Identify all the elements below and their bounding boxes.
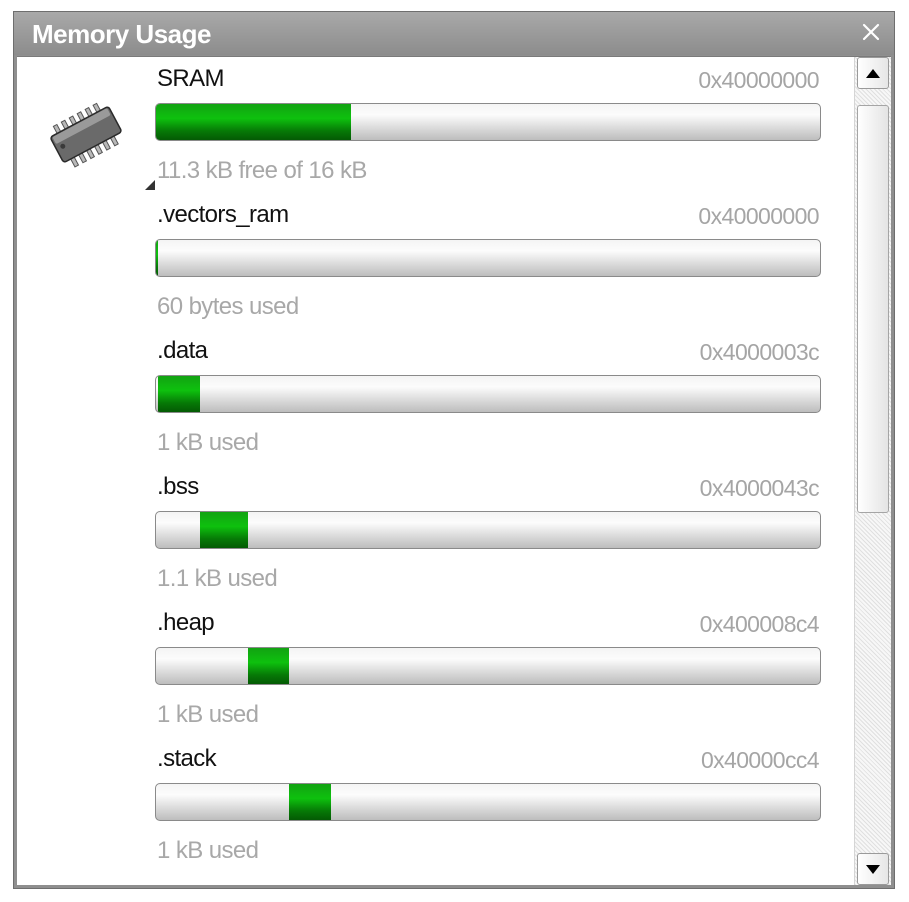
section-usage-fill bbox=[247, 648, 289, 684]
usage-bar-fill bbox=[156, 104, 352, 140]
section-usage-text: 1 kB used bbox=[157, 429, 259, 456]
scroll-down-button[interactable] bbox=[857, 853, 889, 885]
scroll-up-button[interactable] bbox=[857, 57, 889, 89]
section-usage-text: 1 kB used bbox=[157, 837, 259, 864]
section-name: .heap bbox=[157, 609, 215, 636]
section-usage-bar bbox=[155, 375, 821, 413]
section-usage-text: 1 kB used bbox=[157, 701, 259, 728]
section-row: .data 0x4000003c 1 kB used bbox=[153, 335, 833, 471]
title-bar: Memory Usage bbox=[14, 12, 894, 55]
section-name: .bss bbox=[157, 473, 199, 500]
memory-usage-window: Memory Usage SRAM 0x40000000 11.3 kB fre… bbox=[13, 11, 895, 889]
close-button[interactable] bbox=[856, 16, 886, 48]
section-address: 0x40000000 bbox=[698, 203, 819, 229]
section-usage-fill bbox=[288, 784, 331, 820]
section-row: .heap 0x400008c4 1 kB used bbox=[153, 607, 833, 743]
section-address: 0x4000043c bbox=[699, 475, 820, 501]
section-usage-fill bbox=[158, 376, 200, 412]
section-usage-text: 1.1 kB used bbox=[157, 565, 278, 592]
up-arrow-icon bbox=[866, 68, 880, 78]
section-name: .stack bbox=[157, 745, 217, 772]
section-address: 0x40000cc4 bbox=[700, 747, 820, 773]
section-usage-bar bbox=[155, 511, 821, 549]
memory-list: SRAM 0x40000000 11.3 kB free of 16 kB .v… bbox=[17, 57, 853, 885]
section-usage-bar bbox=[155, 647, 821, 685]
memory-region-sram: SRAM 0x40000000 11.3 kB free of 16 kB bbox=[153, 63, 833, 199]
region-address: 0x40000000 bbox=[698, 67, 819, 93]
section-row: .bss 0x4000043c 1.1 kB used bbox=[153, 471, 833, 607]
down-arrow-icon bbox=[866, 864, 880, 874]
region-summary: 11.3 kB free of 16 kB bbox=[157, 157, 367, 184]
memory-chip-icon bbox=[50, 102, 122, 168]
section-name: .data bbox=[157, 337, 208, 364]
section-usage-bar bbox=[155, 239, 821, 277]
window-title: Memory Usage bbox=[32, 19, 211, 49]
close-icon bbox=[862, 23, 880, 41]
memory-panel: SRAM 0x40000000 11.3 kB free of 16 kB .v… bbox=[17, 56, 891, 885]
region-name: SRAM bbox=[157, 65, 225, 92]
vertical-scrollbar[interactable] bbox=[854, 57, 891, 885]
section-row: .stack 0x40000cc4 1 kB used bbox=[153, 743, 833, 879]
usage-bar bbox=[155, 103, 821, 141]
section-address: 0x4000003c bbox=[699, 339, 820, 365]
section-name: .vectors_ram bbox=[157, 201, 289, 228]
section-usage-bar bbox=[155, 783, 821, 821]
section-row: .vectors_ram 0x40000000 60 bytes used bbox=[153, 199, 833, 335]
scroll-thumb[interactable] bbox=[857, 105, 889, 513]
section-usage-fill bbox=[199, 512, 248, 548]
section-usage-fill bbox=[156, 240, 159, 276]
section-usage-text: 60 bytes used bbox=[157, 293, 299, 320]
section-address: 0x400008c4 bbox=[699, 611, 820, 637]
